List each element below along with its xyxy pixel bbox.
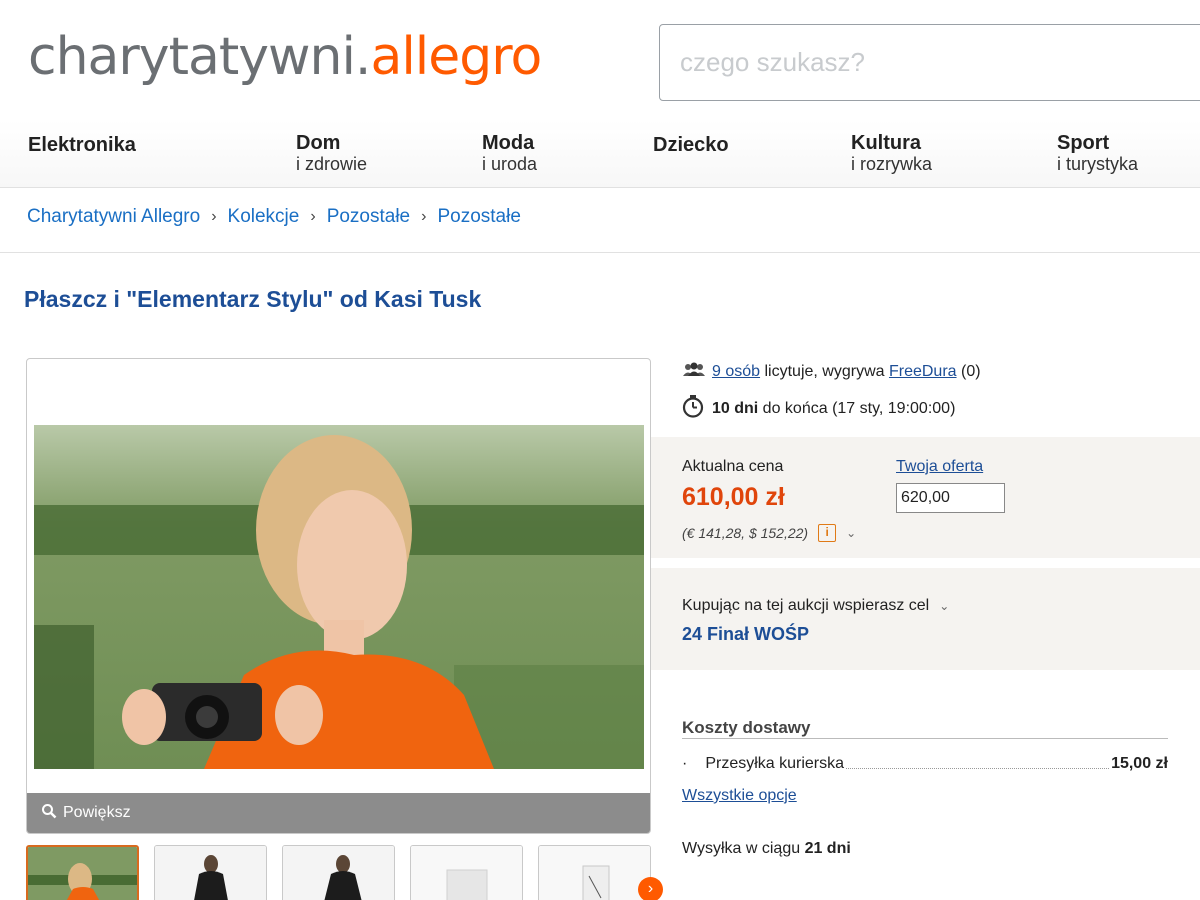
breadcrumb-separator: › bbox=[211, 208, 217, 225]
shipping-option-row: · Przesyłka kurierska 15,00 zł bbox=[682, 755, 1168, 773]
people-icon bbox=[682, 361, 706, 382]
product-gallery: Powiększ bbox=[26, 358, 651, 834]
category-dziecko[interactable]: Dziecko bbox=[653, 134, 729, 156]
category-sublabel: i rozrywka bbox=[851, 154, 933, 174]
converted-price-text: (€ 141,28, $ 152,22) bbox=[682, 525, 809, 541]
thumbnail-strip bbox=[26, 845, 666, 900]
category-label: Dziecko bbox=[653, 134, 729, 156]
breadcrumb-link-charytatywni[interactable]: Charytatywni Allegro bbox=[27, 206, 200, 228]
product-main-image[interactable] bbox=[34, 425, 644, 769]
shipping-cost: 15,00 zł bbox=[1111, 755, 1168, 772]
winner-link[interactable]: FreeDura bbox=[889, 363, 957, 381]
search-box[interactable] bbox=[659, 24, 1200, 101]
price-panel: Aktualna cena 610,00 zł (€ 141,28, $ 152… bbox=[651, 437, 1200, 558]
page-title: Płaszcz i "Elementarz Stylu" od Kasi Tus… bbox=[24, 286, 482, 312]
breadcrumb-separator: › bbox=[310, 208, 316, 225]
category-sublabel: i zdrowie bbox=[296, 154, 368, 174]
dispatch-prefix: Wysyłka w ciągu bbox=[682, 840, 805, 857]
thumbnail[interactable] bbox=[282, 845, 395, 900]
divider bbox=[0, 252, 1200, 253]
converted-price: (€ 141,28, $ 152,22) i ⌄ bbox=[682, 524, 856, 542]
stopwatch-icon bbox=[682, 394, 704, 423]
thumbnail[interactable] bbox=[410, 845, 523, 900]
days-left: 10 dni bbox=[712, 399, 759, 417]
winner-rating: (0) bbox=[956, 362, 981, 380]
logo[interactable]: charytatywni.allegro bbox=[28, 22, 542, 92]
your-offer-label[interactable]: Twoja oferta bbox=[896, 458, 983, 476]
category-label: Sport bbox=[1057, 132, 1110, 154]
category-moda[interactable]: Moda i uroda bbox=[482, 132, 537, 174]
end-date-text: do końca (17 sty, 19:00:00) bbox=[758, 399, 956, 417]
all-shipping-options-link[interactable]: Wszystkie opcje bbox=[682, 787, 797, 805]
thumbnail[interactable] bbox=[538, 845, 651, 900]
breadcrumb: Charytatywni Allegro › Kolekcje › Pozost… bbox=[27, 206, 521, 228]
chevron-down-icon[interactable]: ⌄ bbox=[939, 599, 949, 613]
category-sport[interactable]: Sport i turystyka bbox=[1057, 132, 1138, 174]
divider bbox=[682, 738, 1168, 739]
dispatch-time: Wysyłka w ciągu 21 dni bbox=[682, 840, 851, 858]
breadcrumb-link-pozostale-2[interactable]: Pozostałe bbox=[437, 206, 520, 228]
category-label: Moda bbox=[482, 132, 535, 154]
category-kultura[interactable]: Kultura i rozrywka bbox=[851, 132, 932, 174]
category-label: Elektronika bbox=[28, 134, 136, 156]
cause-label[interactable]: Kupując na tej aukcji wspierasz cel ⌄ bbox=[682, 597, 949, 615]
current-price: 610,00 zł bbox=[682, 483, 785, 511]
chevron-down-icon[interactable]: ⌄ bbox=[846, 526, 856, 540]
bullet: · bbox=[682, 755, 688, 772]
breadcrumb-separator: › bbox=[421, 208, 427, 225]
category-label: Dom bbox=[296, 132, 341, 154]
thumbnail-next-arrow-icon[interactable]: › bbox=[638, 877, 663, 900]
category-sublabel: i uroda bbox=[482, 154, 538, 174]
thumbnail[interactable] bbox=[26, 845, 139, 900]
search-input[interactable] bbox=[660, 25, 1200, 100]
category-nav: Elektronika Dom i zdrowie Moda i uroda D… bbox=[0, 120, 1200, 188]
category-sublabel: i turystyka bbox=[1057, 154, 1139, 174]
product-photo-illustration bbox=[34, 425, 644, 769]
bidders-count-link[interactable]: 9 osób bbox=[712, 363, 760, 381]
magnifier-icon bbox=[41, 803, 57, 824]
cause-name: 24 Finał WOŚP bbox=[682, 624, 810, 644]
zoom-label: Powiększ bbox=[63, 804, 131, 821]
bidders-info: 9 osób licytuje, wygrywa FreeDura (0) bbox=[682, 361, 981, 382]
cause-label-text: Kupując na tej aukcji wspierasz cel bbox=[682, 597, 930, 614]
info-icon[interactable]: i bbox=[818, 524, 837, 542]
charity-cause-panel: Kupując na tej aukcji wspierasz cel ⌄ 24… bbox=[651, 568, 1200, 670]
shipping-title: Koszty dostawy bbox=[682, 718, 811, 737]
thumbnail[interactable] bbox=[154, 845, 267, 900]
auction-timer: 10 dni do końca (17 sty, 19:00:00) bbox=[682, 394, 955, 423]
dispatch-days: 21 dni bbox=[804, 840, 851, 857]
breadcrumb-link-pozostale[interactable]: Pozostałe bbox=[327, 206, 410, 228]
zoom-button[interactable]: Powiększ bbox=[27, 793, 650, 833]
breadcrumb-link-kolekcje[interactable]: Kolekcje bbox=[228, 206, 300, 228]
logo-text-orange: allegro bbox=[370, 27, 542, 87]
category-elektronika[interactable]: Elektronika bbox=[28, 134, 136, 156]
shipping-method: Przesyłka kurierska bbox=[705, 755, 845, 772]
dotted-leader bbox=[846, 768, 1110, 769]
category-dom[interactable]: Dom i zdrowie bbox=[296, 132, 367, 174]
current-price-label: Aktualna cena bbox=[682, 458, 784, 475]
category-label: Kultura bbox=[851, 132, 921, 154]
logo-text-gray: charytatywni. bbox=[28, 27, 371, 87]
offer-input[interactable] bbox=[896, 483, 1005, 513]
bidders-text: licytuje, wygrywa bbox=[760, 362, 889, 380]
